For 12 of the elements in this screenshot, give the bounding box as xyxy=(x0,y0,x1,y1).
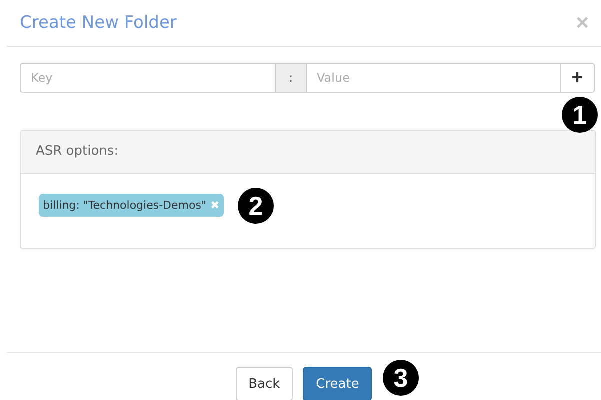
add-button[interactable]: + xyxy=(561,63,595,93)
dialog-title: Create New Folder xyxy=(20,13,177,33)
separator-label: : xyxy=(276,63,306,93)
create-button[interactable]: Create xyxy=(303,367,372,400)
callout-number: 3 xyxy=(383,360,419,396)
panel-heading: ASR options: xyxy=(21,131,595,174)
callout-number: 1 xyxy=(562,97,598,133)
value-field[interactable]: Value xyxy=(306,63,561,93)
tag-label: billing: "Technologies-Demos" xyxy=(43,199,207,212)
back-button[interactable]: Back xyxy=(236,367,294,400)
callout-number: 2 xyxy=(238,188,274,224)
key-field[interactable]: Key xyxy=(20,63,276,93)
